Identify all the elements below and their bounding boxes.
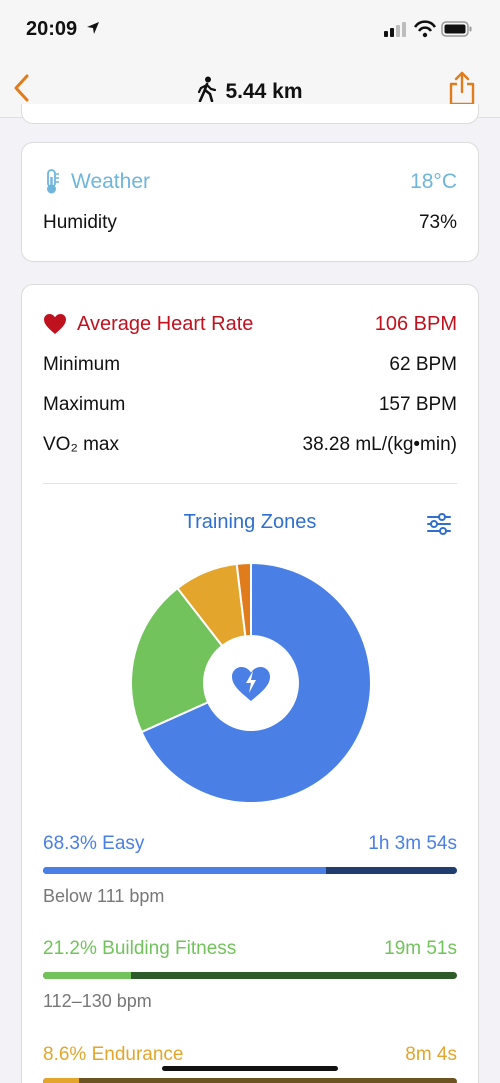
zone-endurance[interactable]: 8.6% Endurance 8m 4s xyxy=(43,1044,457,1083)
heart-average: 106 BPM xyxy=(374,312,457,335)
zone-progress-fill xyxy=(43,867,326,874)
weather-card: Weather 18°C Humidity 73% xyxy=(21,142,479,262)
heart-row-maximum: Maximum 157 BPM xyxy=(43,392,457,418)
zone-duration: 19m 51s xyxy=(384,938,457,959)
weather-temperature: 18°C xyxy=(410,170,457,193)
weather-title-text: Weather xyxy=(71,170,150,193)
humidity-label: Humidity xyxy=(43,212,117,233)
zone-progress-fill xyxy=(43,972,131,979)
heart-row-value: 62 BPM xyxy=(389,354,457,375)
walking-icon xyxy=(198,76,217,102)
zone-progress-bar xyxy=(43,867,457,874)
heart-row-label: VO₂ max xyxy=(43,434,119,455)
sliders-settings-icon[interactable] xyxy=(426,513,452,535)
weather-title: Weather xyxy=(43,169,150,195)
share-icon[interactable] xyxy=(448,70,476,106)
humidity-row: Humidity 73% xyxy=(43,210,457,236)
zone-label: 68.3% Easy xyxy=(43,833,145,854)
weather-header-row: Weather 18°C xyxy=(43,169,457,195)
zone-duration: 8m 4s xyxy=(405,1044,457,1065)
heart-row-label: Maximum xyxy=(43,394,126,415)
training-zones-chart xyxy=(130,561,372,804)
zone-progress-fill xyxy=(43,1078,79,1083)
home-indicator xyxy=(162,1066,338,1071)
zone-building-fitness[interactable]: 21.2% Building Fitness 19m 51s 112–130 b… xyxy=(43,938,457,1012)
status-icons xyxy=(384,20,472,38)
zone-label: 21.2% Building Fitness xyxy=(43,938,237,959)
nav-title-text: 5.44 km xyxy=(225,80,303,103)
cellular-signal-icon xyxy=(384,22,406,37)
status-time: 20:09 xyxy=(26,18,78,40)
heart-row-vo2max: VO₂ max 38.28 mL/(kg•min) xyxy=(43,432,457,458)
training-zones-title: Training Zones xyxy=(183,511,317,533)
heart-icon xyxy=(44,314,66,334)
zone-range: Below 111 bpm xyxy=(43,886,165,906)
humidity-value: 73% xyxy=(418,212,457,233)
thermometer-icon xyxy=(47,169,59,194)
location-arrow-icon xyxy=(87,22,99,34)
heart-row-label: Minimum xyxy=(43,354,121,375)
previous-card xyxy=(21,104,479,124)
page-title: 5.44 km xyxy=(0,76,500,104)
divider xyxy=(43,483,457,484)
zone-progress-bar xyxy=(43,972,457,979)
zone-head: 68.3% Easy 1h 3m 54s xyxy=(43,833,457,859)
status-bar: 20:09 xyxy=(0,0,500,60)
zone-easy[interactable]: 68.3% Easy 1h 3m 54s Below 111 bpm xyxy=(43,833,457,907)
zone-range: 112–130 bpm xyxy=(43,991,152,1011)
heart-title: Average Heart Rate xyxy=(43,313,253,336)
battery-icon xyxy=(441,21,472,37)
wifi-icon xyxy=(413,20,437,38)
zone-duration: 1h 3m 54s xyxy=(368,833,457,854)
heart-row-minimum: Minimum 62 BPM xyxy=(43,352,457,378)
zone-head: 21.2% Building Fitness 19m 51s xyxy=(43,938,457,964)
zone-progress-bar xyxy=(43,1078,457,1083)
heart-rate-card: Average Heart Rate 106 BPM Minimum 62 BP… xyxy=(21,284,479,1083)
heart-row-value: 157 BPM xyxy=(378,394,457,415)
heart-row-value: 38.28 mL/(kg•min) xyxy=(302,434,458,455)
heart-title-text: Average Heart Rate xyxy=(77,312,254,335)
heart-header-row: Average Heart Rate 106 BPM xyxy=(43,311,457,337)
